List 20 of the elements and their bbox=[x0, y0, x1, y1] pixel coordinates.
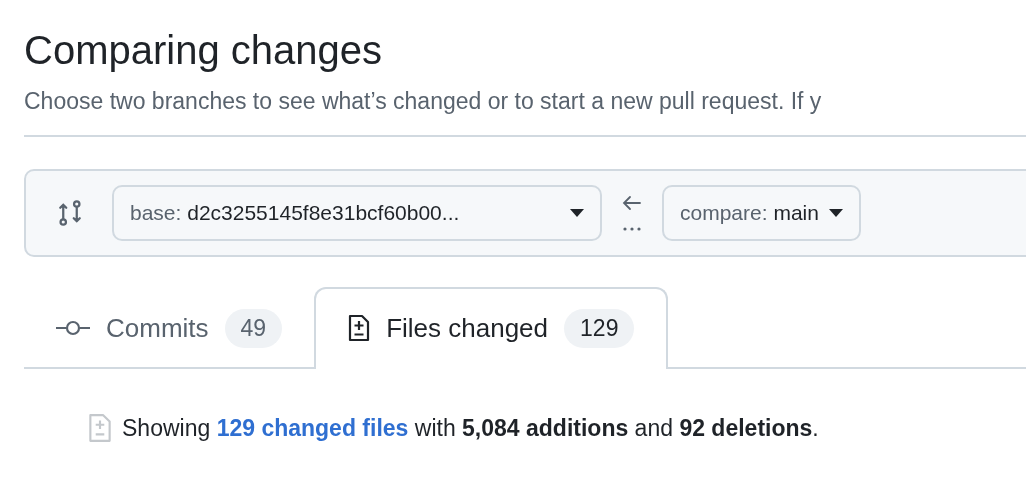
file-diff-icon bbox=[88, 413, 112, 443]
caret-icon bbox=[828, 209, 843, 217]
left-arrow-icon bbox=[622, 195, 642, 211]
commit-icon bbox=[56, 320, 90, 336]
file-diff-icon bbox=[348, 314, 371, 342]
page-title: Comparing changes bbox=[24, 27, 383, 74]
tab-label: Files changed bbox=[386, 312, 549, 344]
count-badge: 49 bbox=[224, 308, 283, 348]
diff-summary: Showing 129 changed files with 5,084 additions and 92 deletions. bbox=[122, 414, 819, 442]
tab[interactable]: Files changed 129 bbox=[314, 287, 669, 369]
tab[interactable]: Commits 49 bbox=[24, 289, 315, 369]
base-branch-dropdown[interactable]: base: d2c3255145f8e31bcf60b00... bbox=[112, 185, 602, 241]
caret-icon bbox=[570, 209, 584, 217]
ellipsis-icon bbox=[622, 227, 642, 231]
tab-label: Commits bbox=[106, 312, 209, 344]
changed-files-link[interactable]: 129 changed files bbox=[216, 414, 409, 441]
compare-branch-dropdown[interactable]: compare: main bbox=[662, 185, 861, 241]
compare-icon bbox=[58, 198, 82, 228]
count-badge: 129 bbox=[564, 308, 635, 348]
page-description: Choose two branches to see what’s changed or to start a new pull request. If y bbox=[24, 87, 823, 116]
